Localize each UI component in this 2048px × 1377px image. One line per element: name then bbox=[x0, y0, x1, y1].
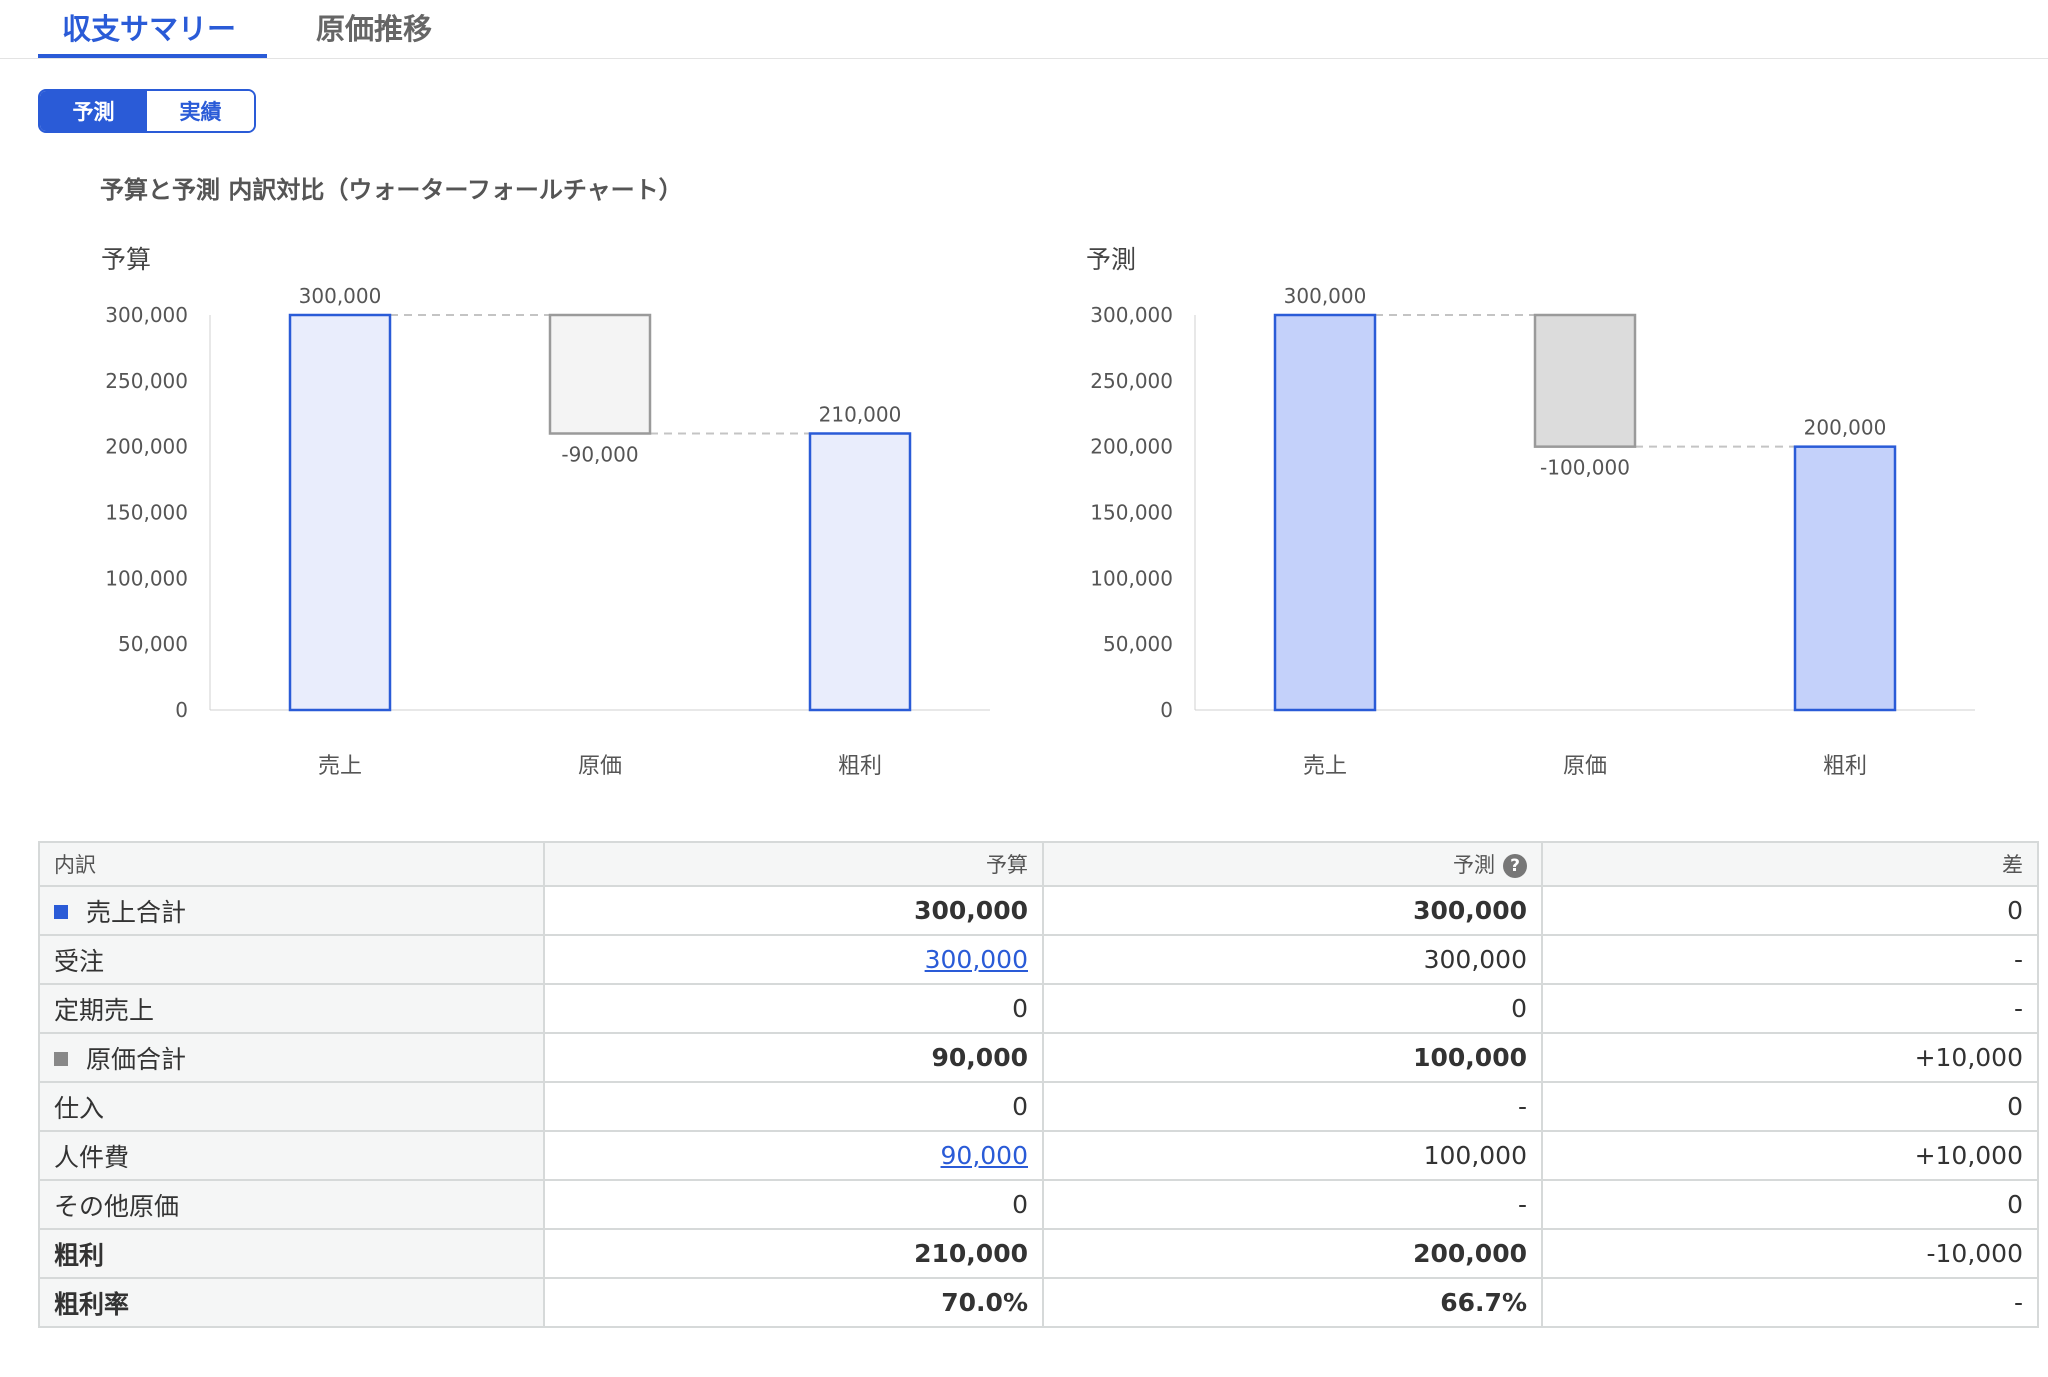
budget-labor-cost-link[interactable]: 90,000 bbox=[941, 1141, 1028, 1170]
y-tick-label: 200,000 bbox=[1090, 435, 1173, 459]
bar-2 bbox=[548, 313, 652, 435]
tab-cost-trend[interactable]: 原価推移 bbox=[316, 6, 432, 48]
table-row-gross-profit: 粗利 210,000 200,000 -10,000 bbox=[38, 1228, 2039, 1279]
forecast-waterfall-chart: 0 50,000 100,000 150,000 200,000 250,000 300,0… bbox=[1090, 284, 1975, 779]
cell-forecast: 100,000 bbox=[1042, 1032, 1543, 1083]
x-tick-label: 売上 bbox=[1303, 754, 1347, 779]
toggle-forecast-button[interactable]: 予測 bbox=[40, 91, 147, 131]
table-row-labor-cost: 人件費 90,000 100,000 +10,000 bbox=[38, 1130, 2039, 1181]
data-label: 210,000 bbox=[819, 403, 902, 427]
header-budget: 予算 bbox=[543, 841, 1044, 887]
y-tick-label: 0 bbox=[1160, 698, 1173, 722]
cell-budget: 0 bbox=[543, 983, 1044, 1034]
cell-diff: 0 bbox=[1541, 885, 2039, 936]
cell-diff: - bbox=[1541, 934, 2039, 985]
bar-1 bbox=[288, 313, 392, 712]
header-diff: 差 bbox=[1541, 841, 2039, 887]
row-label: 仕入 bbox=[38, 1081, 545, 1132]
header-label: 内訳 bbox=[38, 841, 545, 887]
cell-diff: - bbox=[1541, 983, 2039, 1034]
x-tick-label: 原価 bbox=[578, 754, 622, 779]
data-label: 300,000 bbox=[1284, 284, 1367, 308]
cell-forecast: - bbox=[1042, 1081, 1543, 1132]
y-tick-label: 50,000 bbox=[118, 632, 188, 656]
data-label: -90,000 bbox=[561, 443, 638, 467]
cell-budget: 90,000 bbox=[543, 1032, 1044, 1083]
row-label: 受注 bbox=[38, 934, 545, 985]
table-header-row: 内訳 予算 予測? 差 bbox=[38, 841, 2039, 887]
table-row-recurring-sales: 定期売上 0 0 - bbox=[38, 983, 2039, 1034]
sales-legend-square-icon bbox=[54, 904, 68, 919]
bar-2 bbox=[1533, 313, 1637, 448]
y-tick-label: 100,000 bbox=[1090, 566, 1173, 590]
cell-diff: +10,000 bbox=[1541, 1130, 2039, 1181]
table-row-other-cost: その他原価 0 - 0 bbox=[38, 1179, 2039, 1230]
bar-3 bbox=[808, 432, 912, 712]
cell-budget: 300,000 bbox=[543, 885, 1044, 936]
data-label: 300,000 bbox=[299, 284, 382, 308]
header-forecast: 予測? bbox=[1042, 841, 1543, 887]
row-label: 人件費 bbox=[38, 1130, 545, 1181]
y-tick-label: 50,000 bbox=[1103, 632, 1173, 656]
data-label: -100,000 bbox=[1540, 456, 1630, 480]
row-label: 売上合計 bbox=[86, 897, 187, 927]
table-row-purchases: 仕入 0 - 0 bbox=[38, 1081, 2039, 1132]
data-label: 200,000 bbox=[1804, 416, 1887, 440]
bar-1 bbox=[1273, 313, 1377, 712]
budget-waterfall-chart: 0 50,000 100,000 150,000 200,000 250,000 300,0… bbox=[105, 284, 990, 779]
y-tick-label: 0 bbox=[175, 698, 188, 722]
x-tick-label: 粗利 bbox=[838, 754, 882, 779]
cell-diff: -10,000 bbox=[1541, 1228, 2039, 1279]
x-tick-label: 原価 bbox=[1563, 754, 1607, 779]
cell-budget: 70.0% bbox=[543, 1277, 1044, 1328]
table-row-orders: 受注 300,000 300,000 - bbox=[38, 934, 2039, 985]
tab-bar: 収支サマリー 原価推移 bbox=[0, 0, 2048, 59]
x-tick-label: 売上 bbox=[318, 754, 362, 779]
y-tick-label: 150,000 bbox=[105, 501, 188, 525]
cell-forecast: 66.7% bbox=[1042, 1277, 1543, 1328]
row-label: 粗利率 bbox=[38, 1277, 545, 1328]
cell-budget: 0 bbox=[543, 1081, 1044, 1132]
cell-forecast: 100,000 bbox=[1042, 1130, 1543, 1181]
table-row-gross-margin: 粗利率 70.0% 66.7% - bbox=[38, 1277, 2039, 1328]
toggle-actual-button[interactable]: 実績 bbox=[147, 91, 254, 131]
row-label: 定期売上 bbox=[38, 983, 545, 1034]
tab-summary[interactable]: 収支サマリー bbox=[62, 6, 236, 48]
y-tick-label: 100,000 bbox=[105, 566, 188, 590]
y-tick-label: 150,000 bbox=[1090, 501, 1173, 525]
cell-forecast: 200,000 bbox=[1042, 1228, 1543, 1279]
cell-forecast: - bbox=[1042, 1179, 1543, 1230]
cell-forecast: 300,000 bbox=[1042, 934, 1543, 985]
cell-diff: 0 bbox=[1541, 1081, 2039, 1132]
cell-diff: 0 bbox=[1541, 1179, 2039, 1230]
forecast-actual-toggle: 予測 実績 bbox=[38, 89, 256, 133]
y-tick-label: 300,000 bbox=[105, 303, 188, 327]
table-row-sales-total: 売上合計 300,000 300,000 0 bbox=[38, 885, 2039, 936]
question-circle-icon[interactable]: ? bbox=[1503, 854, 1527, 878]
row-label: その他原価 bbox=[38, 1179, 545, 1230]
bar-3 bbox=[1793, 445, 1897, 712]
y-tick-label: 250,000 bbox=[1090, 369, 1173, 393]
active-tab-indicator bbox=[38, 54, 267, 58]
y-tick-label: 300,000 bbox=[1090, 303, 1173, 327]
chart-title: 予算と予測 内訳対比（ウォーターフォールチャート） bbox=[100, 176, 683, 204]
cell-forecast: 0 bbox=[1042, 983, 1543, 1034]
y-tick-label: 250,000 bbox=[105, 369, 188, 393]
table-row-cost-total: 原価合計 90,000 100,000 +10,000 bbox=[38, 1032, 2039, 1083]
x-tick-label: 粗利 bbox=[1823, 754, 1867, 779]
y-tick-label: 200,000 bbox=[105, 435, 188, 459]
cost-legend-square-icon bbox=[54, 1051, 68, 1066]
cell-diff: - bbox=[1541, 1277, 2039, 1328]
cell-forecast: 300,000 bbox=[1042, 885, 1543, 936]
summary-table: 内訳 予算 予測? 差 売上合計 300,000 300,000 0 受注 30… bbox=[38, 841, 2039, 1328]
cell-diff: +10,000 bbox=[1541, 1032, 2039, 1083]
row-label: 原価合計 bbox=[86, 1044, 187, 1074]
cell-budget: 210,000 bbox=[543, 1228, 1044, 1279]
cell-budget: 0 bbox=[543, 1179, 1044, 1230]
row-label: 粗利 bbox=[38, 1228, 545, 1279]
budget-orders-link[interactable]: 300,000 bbox=[925, 945, 1028, 974]
